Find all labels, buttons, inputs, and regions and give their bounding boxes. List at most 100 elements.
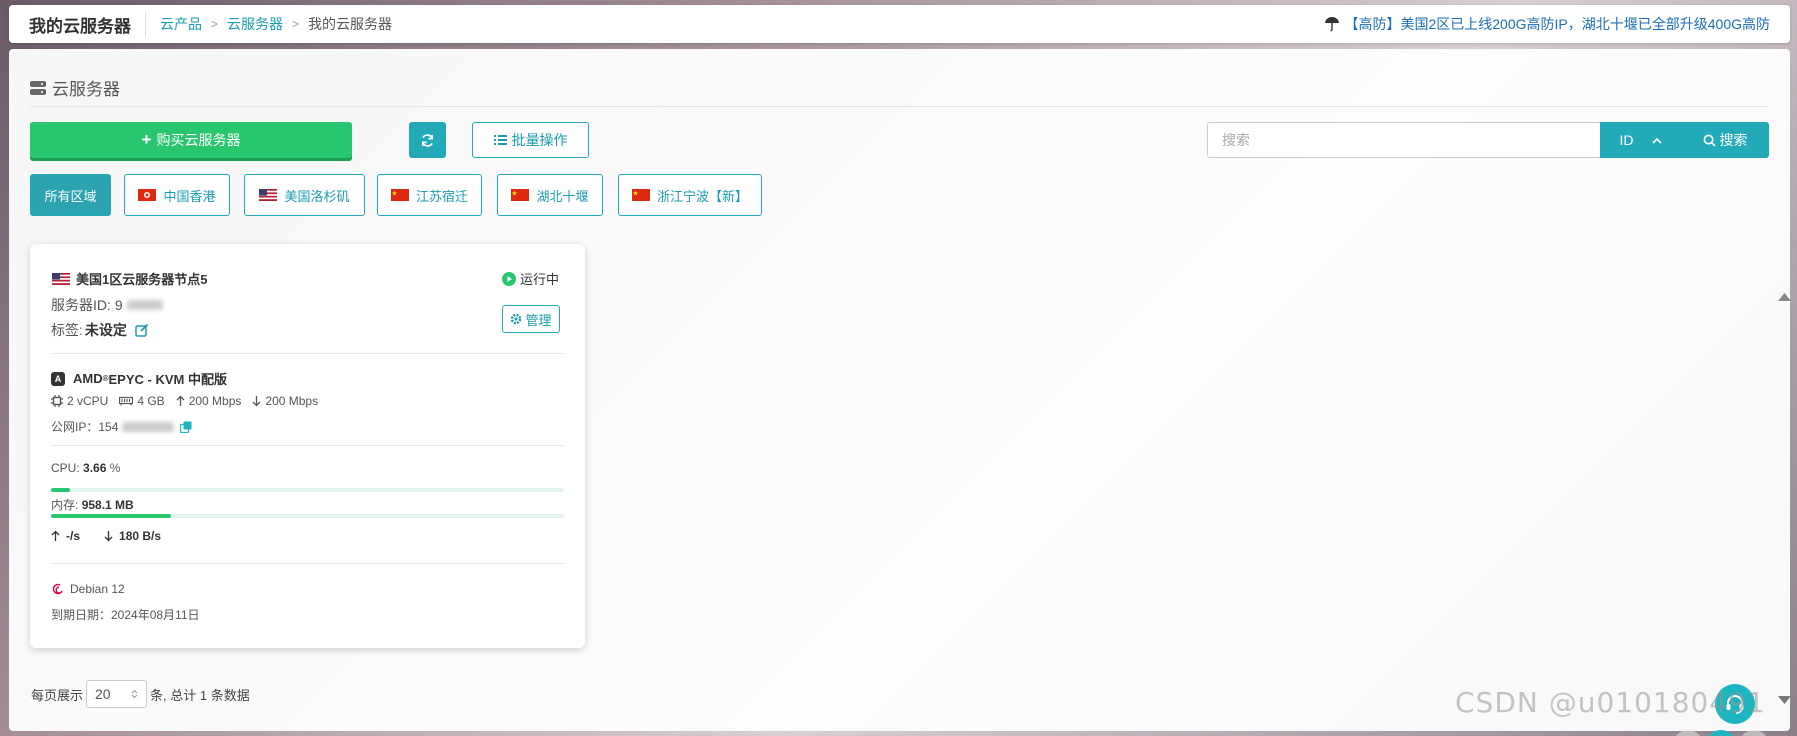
search-field-value: ID: [1619, 132, 1634, 148]
status-badge: 运行中: [502, 269, 559, 288]
float-button[interactable]: [1673, 730, 1703, 736]
memory-icon: [119, 396, 134, 406]
chevron-right-icon: >: [292, 17, 300, 31]
server-id-label: 服务器ID:: [51, 297, 111, 313]
redacted-blur: [122, 421, 175, 432]
manage-button[interactable]: 管理: [502, 305, 560, 333]
search-input[interactable]: [1207, 122, 1600, 158]
network-traffic: -/s 180 B/s: [51, 529, 161, 543]
chevron-up-icon: [1651, 137, 1662, 144]
breadcrumb-item-current: 我的云服务器: [308, 16, 393, 32]
memory-usage-bar: [51, 514, 564, 518]
region-label: 美国洛杉矶: [284, 188, 350, 204]
redacted-blur: [126, 300, 163, 310]
hongkong-flag-icon: [138, 189, 157, 201]
region-tab-hongkong[interactable]: 中国香港: [124, 174, 230, 216]
amd-logo-icon: A: [51, 371, 65, 386]
region-label: 所有区域: [44, 188, 97, 204]
memory-usage-fill: [51, 514, 172, 518]
plus-icon: +: [141, 130, 152, 149]
pagination: 每页展示 20 条, 总计 1 条数据: [31, 680, 250, 708]
china-flag-icon: [631, 189, 650, 201]
buy-server-label: 购买云服务器: [156, 132, 241, 148]
server-name: 美国1区云服务器节点5: [52, 269, 207, 288]
float-button[interactable]: [1706, 730, 1736, 736]
server-tag: 标签: 未设定: [51, 320, 149, 340]
status-text: 运行中: [520, 272, 560, 287]
arrow-down-icon: [104, 531, 113, 542]
cpu-value: 3.66: [83, 461, 107, 475]
arrow-up-icon: [176, 395, 185, 406]
server-name-text: 美国1区云服务器节点5: [76, 272, 208, 287]
float-button[interactable]: [1739, 730, 1769, 736]
search-button-label: 搜索: [1719, 132, 1748, 148]
arrow-down-icon: [252, 396, 261, 407]
page-size-select[interactable]: 20: [86, 680, 148, 708]
pager-prefix: 每页展示: [31, 687, 84, 703]
region-label: 浙江宁波【新】: [656, 188, 748, 204]
cpu-unit: %: [109, 461, 121, 475]
copy-icon[interactable]: [180, 421, 192, 433]
page-size-value: 20: [95, 686, 111, 702]
breadcrumb-item-cloud-server[interactable]: 云服务器: [227, 14, 283, 34]
plan-suffix: EPYC - KVM 中配版: [108, 372, 227, 387]
bandwidth-down-value: 200 Mbps: [265, 394, 319, 408]
gear-icon: [511, 313, 522, 325]
us-flag-icon: [259, 189, 278, 201]
server-specs: 2 vCPU 4 GB 200 Mbps 200 Mbps: [51, 394, 318, 408]
server-id-value: 9: [114, 297, 123, 313]
breadcrumb-item-products[interactable]: 云产品: [160, 14, 202, 34]
play-circle-icon: [502, 271, 516, 286]
edit-icon[interactable]: [135, 323, 149, 337]
region-tab-shiyan[interactable]: 湖北十堰: [497, 174, 603, 216]
manage-label: 管理: [525, 312, 552, 328]
divider: [51, 445, 564, 446]
refresh-button[interactable]: [409, 122, 446, 158]
top-bar: 我的云服务器 云产品 > 云服务器 > 我的云服务器 【高防】美国2区已上线20…: [9, 5, 1790, 43]
public-ip-value: 154: [98, 419, 119, 434]
us-flag-icon: [52, 272, 70, 285]
region-label: 中国香港: [163, 188, 216, 204]
notice-banner[interactable]: 【高防】美国2区已上线200G高防IP，湖北十堰已全部升级400G高防: [1324, 14, 1770, 34]
notice-text: 【高防】美国2区已上线200G高防IP，湖北十堰已全部升级400G高防: [1344, 16, 1770, 32]
public-ip: 公网IP： 154: [51, 418, 192, 435]
cpu-label: CPU:: [51, 461, 80, 475]
batch-operation-button[interactable]: 批量操作: [472, 122, 589, 158]
chevron-right-icon: >: [211, 17, 219, 31]
tag-label: 标签:: [51, 322, 83, 338]
main-panel: 云服务器 + 购买云服务器 批量操作 ID 搜索 所有区域 中国香港 美国洛杉矶…: [9, 49, 1791, 736]
region-label: 江苏宿迁: [415, 188, 468, 204]
cpu-icon: [51, 395, 63, 407]
region-label: 湖北十堰: [536, 188, 589, 204]
buy-server-button[interactable]: + 购买云服务器: [30, 122, 352, 158]
divider: [51, 353, 564, 354]
server-card: 美国1区云服务器节点5 运行中 服务器ID: 9 标签: 未设定 管理 A AM…: [30, 244, 585, 648]
sort-icon: [131, 689, 138, 699]
memory-label: 内存:: [51, 498, 79, 512]
watermark: CSDN @u010180491: [1455, 686, 1766, 719]
region-tab-losangeles[interactable]: 美国洛杉矶: [244, 174, 365, 216]
server-icon: [30, 80, 46, 95]
batch-operation-label: 批量操作: [511, 132, 568, 148]
scroll-down-icon[interactable]: [1778, 696, 1791, 704]
refresh-icon: [421, 133, 434, 147]
bandwidth-up-value: 200 Mbps: [188, 394, 242, 408]
umbrella-icon: [1325, 17, 1340, 32]
region-tab-all[interactable]: 所有区域: [30, 174, 111, 216]
arrow-up-icon: [51, 530, 60, 541]
expire-date: 到期日期：2024年08月11日: [51, 608, 200, 622]
pager-suffix: 条, 总计 1 条数据: [150, 687, 250, 703]
region-tab-ningbo[interactable]: 浙江宁波【新】: [618, 174, 762, 216]
cpu-usage-fill: [51, 488, 70, 492]
search-button[interactable]: 搜索: [1681, 122, 1769, 158]
section-title: 云服务器: [52, 80, 120, 99]
region-tab-suqian[interactable]: 江苏宿迁: [377, 174, 482, 216]
china-flag-icon: [511, 189, 530, 201]
scroll-up-icon[interactable]: [1778, 293, 1791, 301]
plan-prefix: AMD: [73, 371, 103, 386]
search-field-select[interactable]: ID: [1600, 122, 1681, 158]
memory-value: 958.1 MB: [81, 498, 134, 512]
search-icon: [1703, 134, 1716, 147]
os-info: Debian 12: [51, 582, 125, 596]
ram-value: 4 GB: [137, 394, 165, 408]
